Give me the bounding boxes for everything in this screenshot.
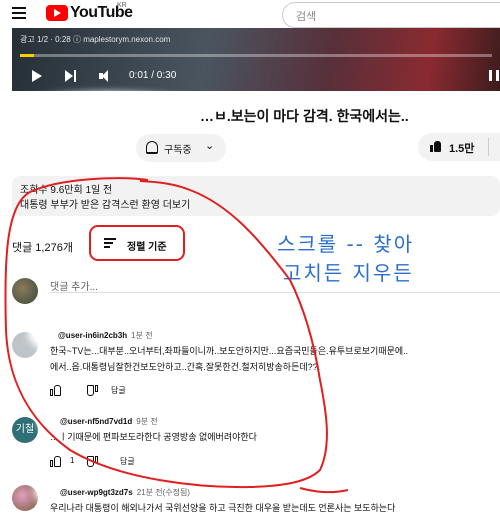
red-tail-markup [299,487,349,494]
markup-overlay [4,177,349,494]
red-circle-markup [4,177,328,489]
sort-highlight-markup [89,225,185,261]
